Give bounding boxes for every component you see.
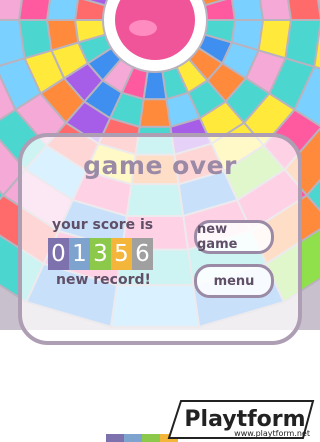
score-label: your score is bbox=[52, 217, 154, 233]
board-tile bbox=[259, 0, 293, 21]
strip-cell bbox=[106, 434, 124, 442]
watermark-url: www.playtform.net bbox=[234, 429, 310, 438]
board-tile bbox=[287, 0, 320, 21]
game-over-title: game over bbox=[83, 151, 237, 180]
score-digit: 1 bbox=[69, 238, 90, 270]
score-digit: 3 bbox=[90, 238, 111, 270]
board-tile bbox=[45, 0, 79, 21]
score-digit: 5 bbox=[111, 238, 132, 270]
score-display: 0 1 3 5 6 bbox=[48, 238, 153, 270]
score-digit: 6 bbox=[132, 238, 153, 270]
strip-cell bbox=[124, 434, 142, 442]
board-tile bbox=[203, 0, 237, 21]
score-digit: 0 bbox=[48, 238, 69, 270]
board-tile bbox=[17, 0, 51, 21]
game-over-dialog: game over your score is 0 1 3 5 6 new re… bbox=[18, 133, 302, 345]
menu-button[interactable]: menu bbox=[194, 264, 274, 298]
new-record-label: new record! bbox=[56, 272, 151, 288]
new-game-button[interactable]: new game bbox=[194, 220, 274, 254]
board-tile bbox=[0, 19, 26, 67]
strip-cell bbox=[142, 434, 160, 442]
board-tile bbox=[231, 0, 265, 21]
board-tile bbox=[138, 98, 172, 128]
